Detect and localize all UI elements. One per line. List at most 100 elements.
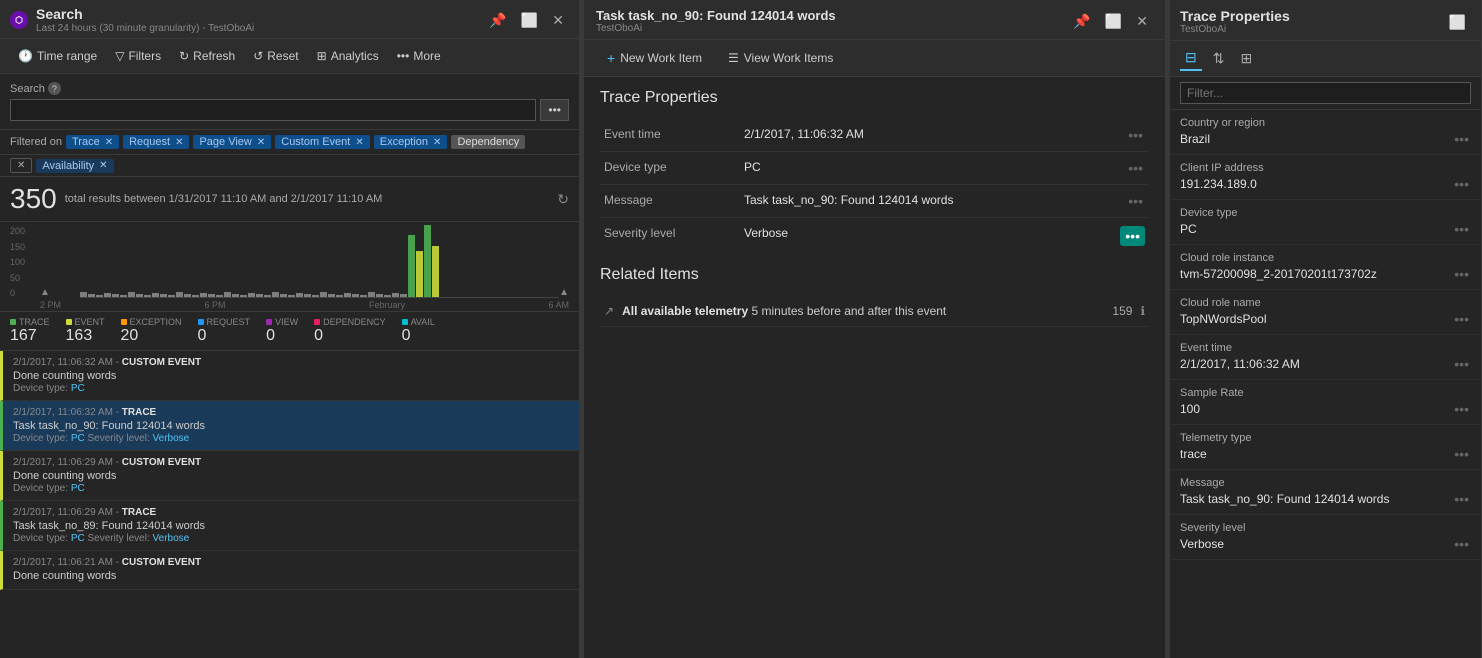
prop-row-2: Message Task task_no_90: Found 124014 wo…: [600, 185, 1149, 218]
filter-tag-availability[interactable]: Availability ✕: [36, 159, 113, 173]
right-prop-dots-8[interactable]: •••: [1452, 491, 1471, 507]
x-label-6pm: 6 PM: [204, 300, 225, 310]
right-prop-item-8[interactable]: Message Task task_no_90: Found 124014 wo…: [1170, 470, 1481, 515]
analytics-button[interactable]: ⊞ Analytics: [309, 45, 387, 67]
right-prop-item-5[interactable]: Event time 2/1/2017, 11:06:32 AM •••: [1170, 335, 1481, 380]
right-prop-dots-1[interactable]: •••: [1452, 176, 1471, 192]
more-button[interactable]: ••• More: [389, 45, 449, 67]
middle-pin-button[interactable]: 📌: [1068, 12, 1095, 30]
related-item-text: All available telemetry 5 minutes before…: [622, 304, 1104, 318]
right-prop-item-3[interactable]: Cloud role instance tvm-57200098_2-20170…: [1170, 245, 1481, 290]
right-icon-btn-2[interactable]: ⇅: [1208, 47, 1230, 70]
chart-bar-36: [368, 292, 375, 297]
maximize-button[interactable]: ⬜: [516, 11, 543, 29]
right-prop-item-9[interactable]: Severity level Verbose •••: [1170, 515, 1481, 560]
close-button[interactable]: ✕: [547, 11, 569, 29]
event-timestamp: 2/1/2017, 11:06:32 AM - CUSTOM EVENT: [13, 357, 569, 368]
filter-tag-pageview-close[interactable]: ✕: [257, 137, 265, 148]
filter-tag-exception-close[interactable]: ✕: [433, 137, 441, 148]
search-options-button[interactable]: •••: [540, 99, 569, 121]
event-item-1[interactable]: 2/1/2017, 11:06:32 AM - TRACE Task task_…: [0, 401, 579, 451]
right-prop-dots-3[interactable]: •••: [1452, 266, 1471, 282]
right-icon-btn-3[interactable]: ⊞: [1235, 47, 1257, 70]
refresh-icon: ↻: [179, 49, 189, 63]
prop-dots-btn-1[interactable]: •••: [1126, 160, 1145, 176]
filters-button[interactable]: ▽ Filters: [107, 45, 169, 67]
event-meta: Device type: PC Severity level: Verbose: [13, 533, 569, 544]
right-prop-dots-6[interactable]: •••: [1452, 401, 1471, 417]
right-prop-item-2[interactable]: Device type PC •••: [1170, 200, 1481, 245]
filter-tag-exception[interactable]: Exception ✕: [374, 135, 448, 149]
pin-button[interactable]: 📌: [484, 11, 511, 29]
view-work-items-button[interactable]: ☰ View Work Items: [717, 46, 844, 70]
reset-button[interactable]: ↺ Reset: [245, 45, 306, 67]
chart-bar-26: [288, 295, 295, 297]
filter-tag-availability-close[interactable]: ✕: [99, 160, 107, 171]
event-message: Done counting words: [13, 470, 569, 482]
legend-dot: [10, 319, 16, 325]
filter-tag-close-all[interactable]: ✕: [10, 158, 32, 173]
legend-item-exception[interactable]: EXCEPTION 20: [121, 317, 182, 345]
right-prop-dots-7[interactable]: •••: [1452, 446, 1471, 462]
event-item-4[interactable]: 2/1/2017, 11:06:21 AM - CUSTOM EVENT Don…: [0, 551, 579, 590]
right-prop-key-1: Client IP address: [1180, 162, 1471, 174]
new-work-item-button[interactable]: + New Work Item: [596, 45, 713, 71]
right-prop-dots-9[interactable]: •••: [1452, 536, 1471, 552]
legend-item-request[interactable]: REQUEST 0: [198, 317, 251, 345]
prop-dots-btn-2[interactable]: •••: [1126, 193, 1145, 209]
right-prop-dots-0[interactable]: •••: [1452, 131, 1471, 147]
filter-tag-customevent[interactable]: Custom Event ✕: [275, 135, 369, 149]
right-icon-btn-1[interactable]: ⊟: [1180, 46, 1202, 71]
filter-tag-request-close[interactable]: ✕: [175, 137, 183, 148]
legend-item-trace[interactable]: TRACE 167: [10, 317, 50, 345]
legend-item-event[interactable]: EVENT 163: [66, 317, 105, 345]
middle-close-button[interactable]: ✕: [1131, 12, 1153, 30]
right-prop-item-6[interactable]: Sample Rate 100 •••: [1170, 380, 1481, 425]
legend-label: VIEW: [266, 317, 298, 327]
legend-item-view[interactable]: VIEW 0: [266, 317, 298, 345]
prop-dots-btn-0[interactable]: •••: [1126, 127, 1145, 143]
filter-tag-trace-close[interactable]: ✕: [105, 137, 113, 148]
event-item-0[interactable]: 2/1/2017, 11:06:32 AM - CUSTOM EVENT Don…: [0, 351, 579, 401]
stats-refresh-icon[interactable]: ↻: [557, 191, 569, 208]
arrow-icon: ↗: [604, 304, 614, 318]
related-item[interactable]: ↗ All available telemetry 5 minutes befo…: [600, 296, 1149, 327]
right-prop-item-0[interactable]: Country or region Brazil •••: [1170, 110, 1481, 155]
prop-dots-btn-3[interactable]: •••: [1120, 226, 1145, 246]
right-toolbar: ⊟ ⇅ ⊞: [1170, 41, 1481, 77]
legend-count: 163: [66, 327, 105, 345]
right-maximize-button[interactable]: ⬜: [1444, 13, 1471, 31]
plus-icon: +: [607, 50, 615, 66]
filter-tag-request[interactable]: Request ✕: [123, 135, 189, 149]
right-prop-dots-4[interactable]: •••: [1452, 311, 1471, 327]
event-item-3[interactable]: 2/1/2017, 11:06:29 AM - TRACE Task task_…: [0, 501, 579, 551]
right-prop-item-1[interactable]: Client IP address 191.234.189.0 •••: [1170, 155, 1481, 200]
trace-properties-section: Trace Properties Event time 2/1/2017, 11…: [584, 77, 1165, 266]
reset-label: Reset: [267, 49, 298, 63]
ellipsis-icon: •••: [397, 49, 410, 63]
right-prop-dots-5[interactable]: •••: [1452, 356, 1471, 372]
event-message: Task task_no_90: Found 124014 words: [13, 420, 569, 432]
search-input[interactable]: [10, 99, 536, 121]
chart-bar-7: [136, 294, 143, 297]
right-panel-controls: ⬜: [1444, 13, 1471, 31]
right-prop-dots-2[interactable]: •••: [1452, 221, 1471, 237]
right-prop-item-7[interactable]: Telemetry type trace •••: [1170, 425, 1481, 470]
middle-maximize-button[interactable]: ⬜: [1100, 12, 1127, 30]
right-prop-item-4[interactable]: Cloud role name TopNWordsPool •••: [1170, 290, 1481, 335]
right-filter-input[interactable]: [1180, 82, 1471, 104]
time-range-button[interactable]: 🕐 Time range: [10, 45, 105, 67]
filter-tag-pageview[interactable]: Page View ✕: [193, 135, 271, 149]
chart-bar-25: [280, 294, 287, 297]
refresh-button[interactable]: ↻ Refresh: [171, 45, 243, 67]
chart-bar-40: [400, 294, 407, 297]
legend-item-dependency[interactable]: DEPENDENCY 0: [314, 317, 386, 345]
filter-tag-dependency[interactable]: Dependency: [451, 135, 525, 149]
event-item-2[interactable]: 2/1/2017, 11:06:29 AM - CUSTOM EVENT Don…: [0, 451, 579, 501]
legend-count: 0: [266, 327, 298, 345]
trace-props-title: Trace Properties: [600, 89, 1149, 107]
filter-tag-trace[interactable]: Trace ✕: [66, 135, 119, 149]
filter-tag-customevent-close[interactable]: ✕: [355, 137, 363, 148]
legend-item-avail[interactable]: AVAIL 0: [402, 317, 435, 345]
middle-panel: Task task_no_90: Found 124014 words Test…: [584, 0, 1166, 658]
